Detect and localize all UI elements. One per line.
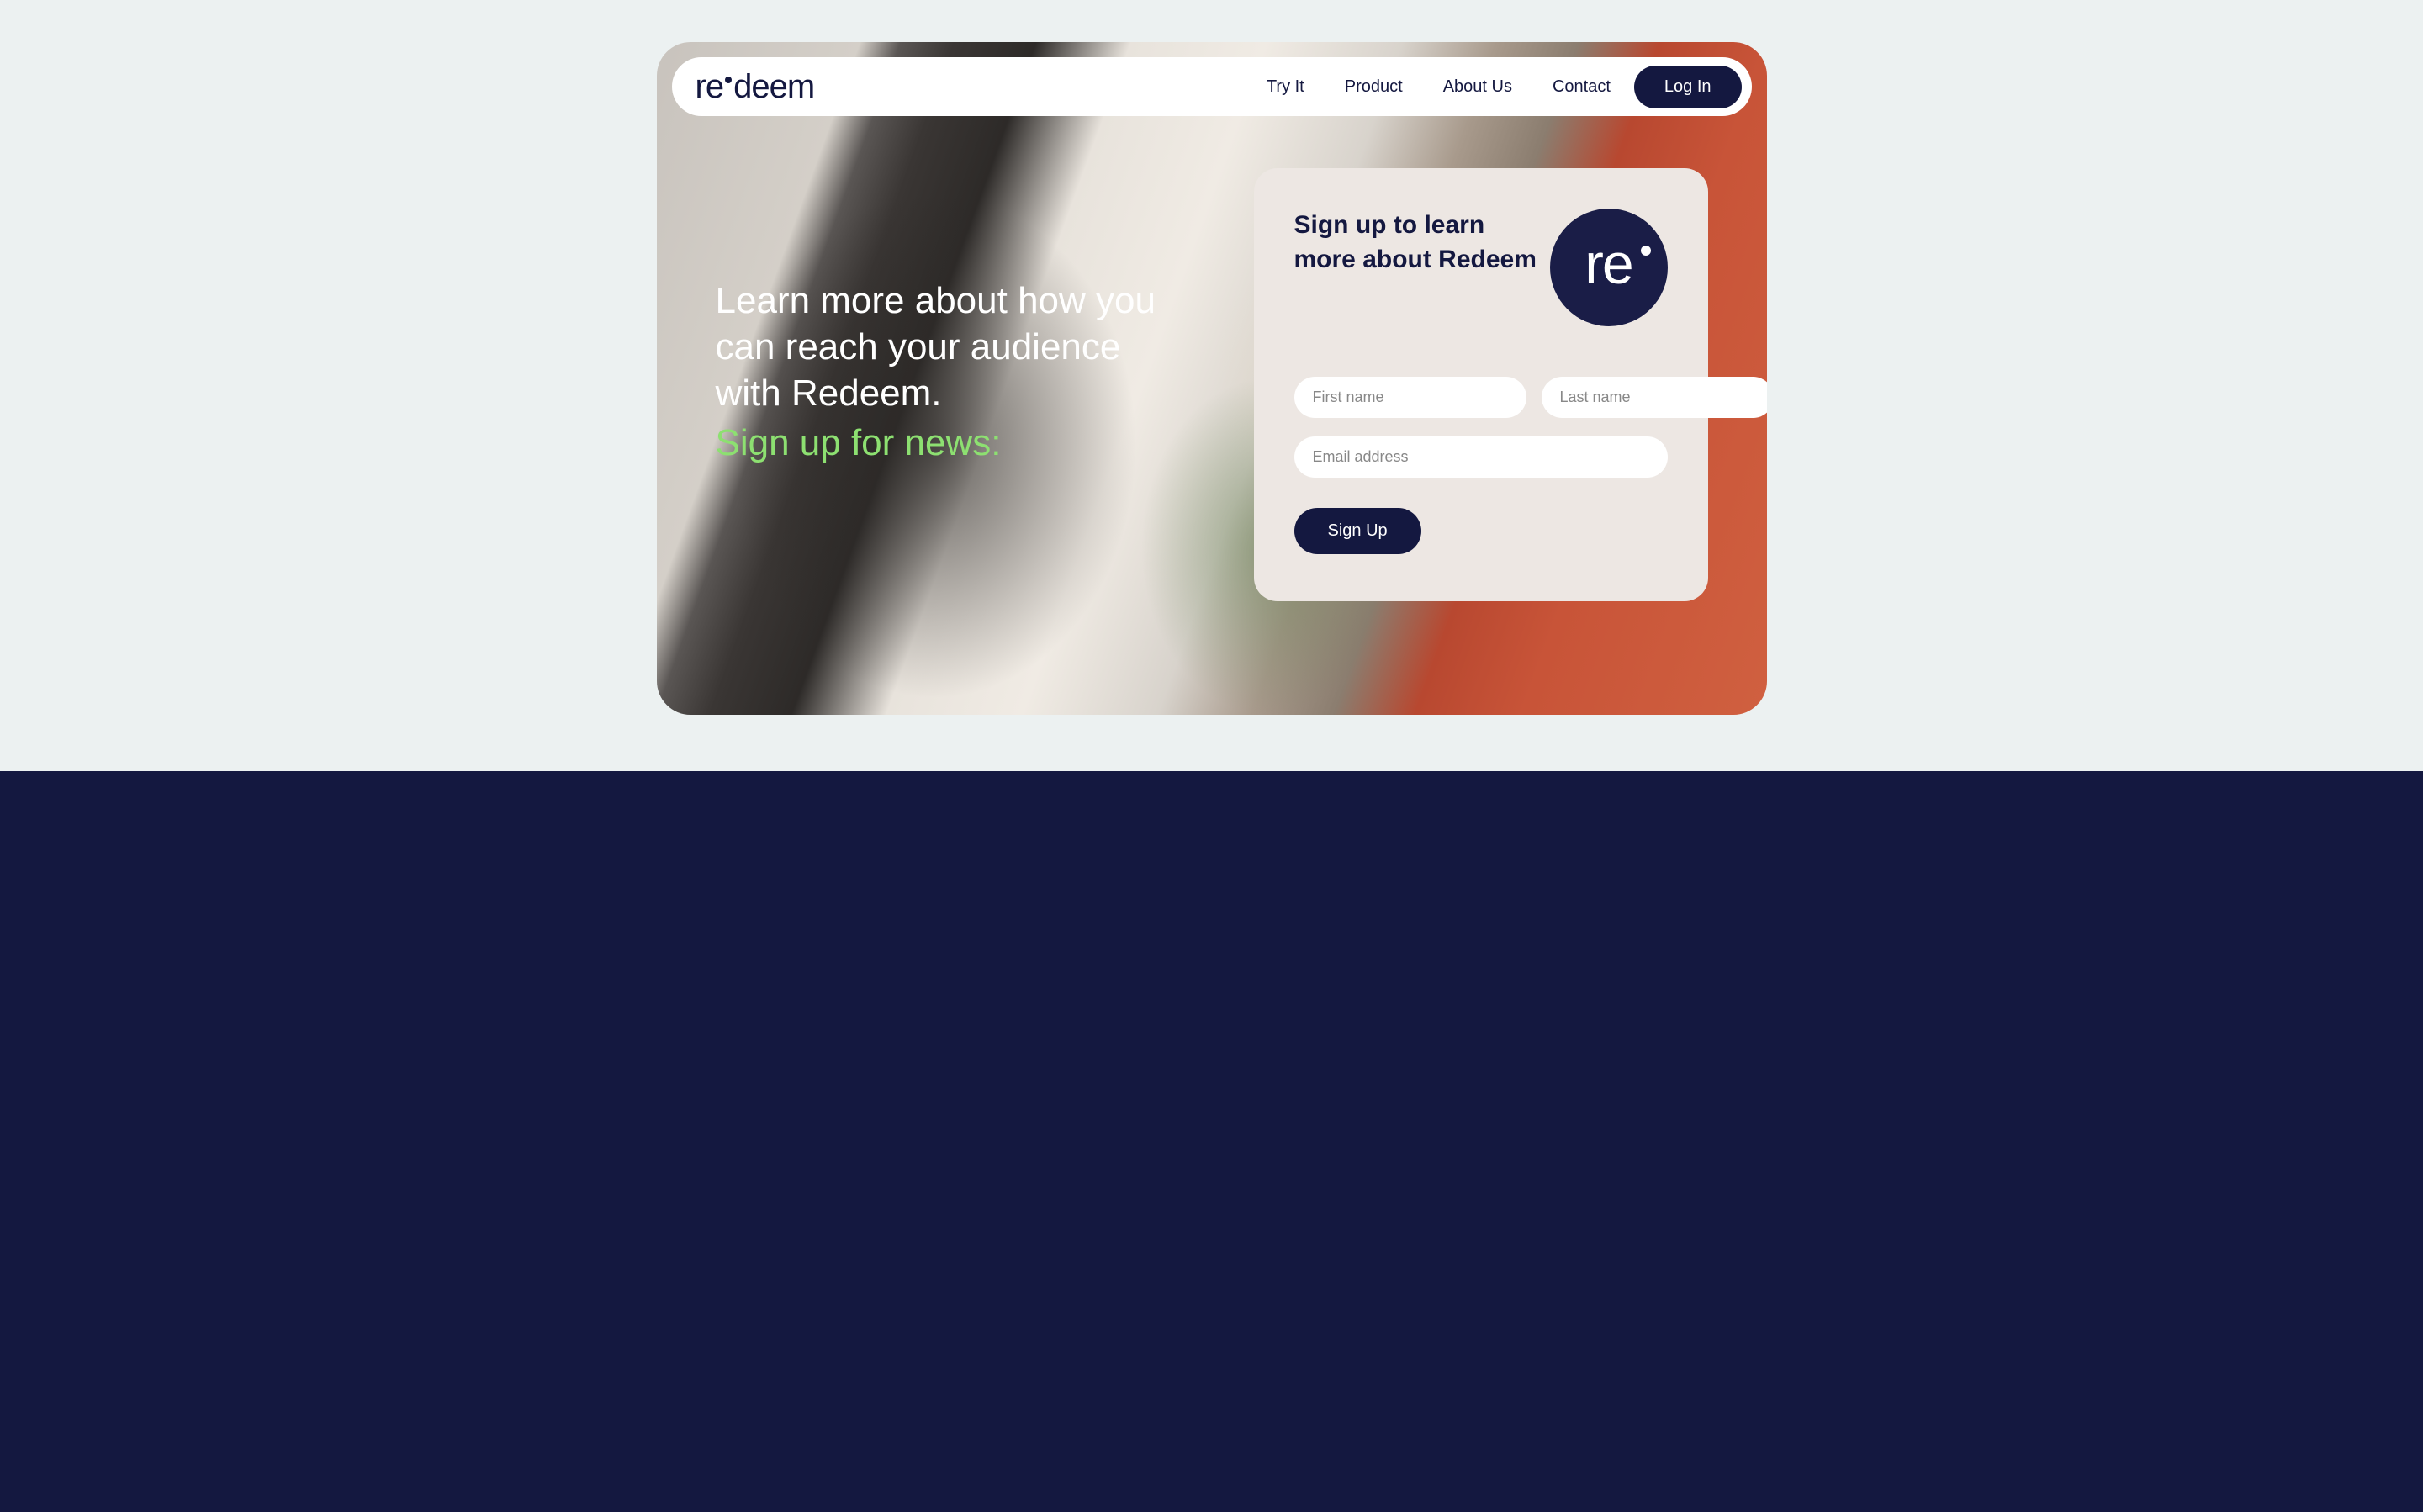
nav-link-product[interactable]: Product [1345,77,1403,97]
logo-suffix: deem [733,68,814,106]
brand-circle-icon: re [1550,209,1668,326]
page-dark-band [0,771,2423,1512]
hero-cta-text: Sign up for news: [716,420,1187,466]
logo-prefix: re [696,68,724,106]
name-input-row [1294,377,1668,418]
navbar: re deem Try It Product About Us Contact … [672,57,1752,116]
signup-header: Sign up to learn more about Redeem re [1294,209,1668,326]
hero-text-block: Learn more about how you can reach your … [716,278,1187,466]
signup-button[interactable]: Sign Up [1294,508,1421,554]
brand-circle-text: re [1584,231,1632,297]
page-container: re deem Try It Product About Us Contact … [657,0,1767,757]
signup-title: Sign up to learn more about Redeem [1294,209,1547,277]
nav-link-try-it[interactable]: Try It [1267,77,1304,97]
brand-circle-dot-icon [1641,246,1651,256]
email-input[interactable] [1294,436,1668,478]
hero-headline: Learn more about how you can reach your … [716,278,1187,416]
hero-card: re deem Try It Product About Us Contact … [657,42,1767,715]
nav-links: Try It Product About Us Contact [1267,77,1611,97]
first-name-input[interactable] [1294,377,1526,418]
brand-logo[interactable]: re deem [696,68,1267,106]
nav-link-contact[interactable]: Contact [1553,77,1611,97]
nav-link-about-us[interactable]: About Us [1443,77,1512,97]
login-button[interactable]: Log In [1634,66,1742,108]
last-name-input[interactable] [1542,377,1767,418]
signup-card: Sign up to learn more about Redeem re Si… [1254,168,1708,601]
logo-dot-icon [725,77,732,83]
